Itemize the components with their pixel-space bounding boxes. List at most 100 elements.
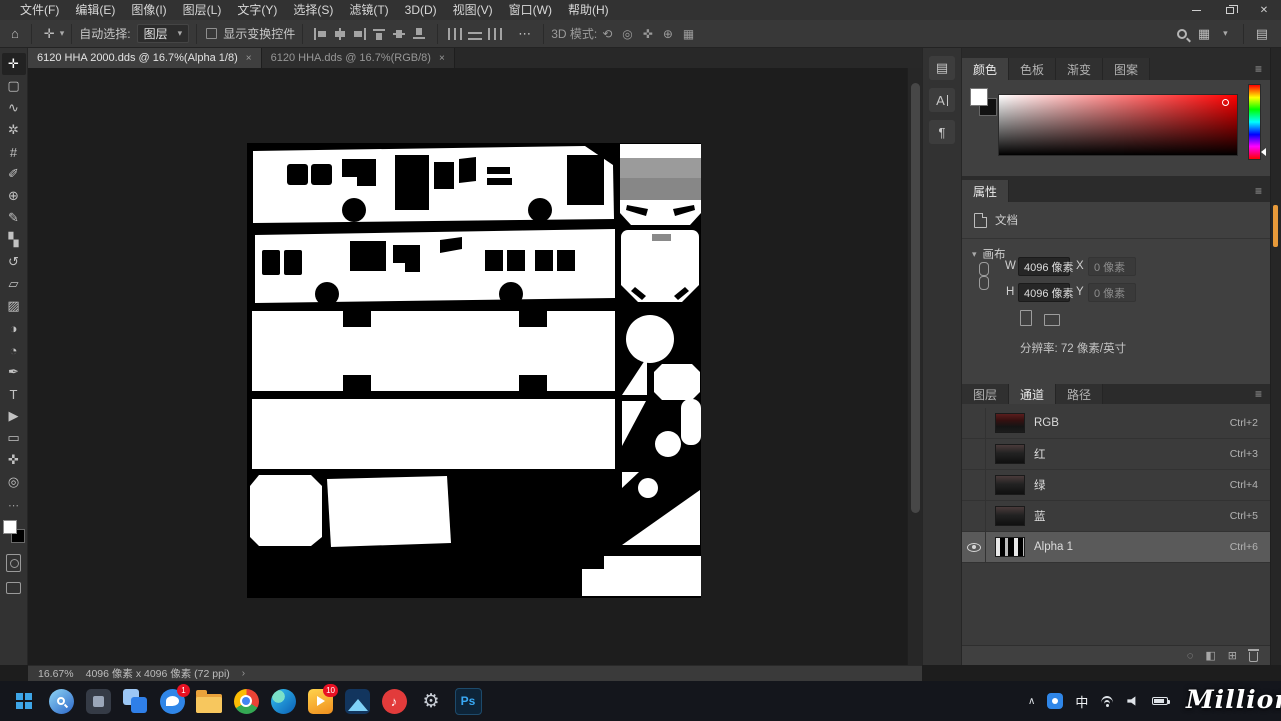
status-chevron-icon[interactable]: › (242, 668, 245, 679)
minimize-button[interactable] (1179, 0, 1213, 20)
menu-edit[interactable]: 编辑(E) (67, 0, 123, 20)
menu-filter[interactable]: 滤镜(T) (341, 0, 396, 20)
edge-button[interactable] (267, 685, 299, 717)
x-field[interactable]: 0 像素 (1088, 257, 1136, 276)
load-selection-icon[interactable]: ◌ (1187, 650, 1194, 662)
menu-3d[interactable]: 3D(D) (397, 0, 445, 20)
delete-channel-icon[interactable] (1249, 652, 1258, 662)
menu-layer[interactable]: 图层(L) (175, 0, 230, 20)
zoom-tool[interactable]: ◎ (2, 471, 26, 493)
close-tab-icon[interactable]: × (246, 53, 252, 64)
wifi-icon[interactable] (1100, 695, 1115, 707)
visibility-toggle[interactable] (962, 439, 986, 470)
align-middle-vertical-icon[interactable] (392, 27, 408, 41)
ime-indicator[interactable]: 中 (1075, 692, 1088, 711)
menu-file[interactable]: 文件(F) (12, 0, 67, 20)
hue-slider-marker[interactable] (1261, 148, 1266, 156)
photos-app-button[interactable] (341, 685, 373, 717)
battery-icon[interactable] (1152, 697, 1168, 705)
panel-dock-icon[interactable]: ▤ (1251, 26, 1273, 42)
height-field[interactable]: 4096 像素 (1018, 283, 1070, 302)
new-channel-icon[interactable]: ⊞ (1228, 649, 1237, 662)
search-icon[interactable] (1177, 29, 1187, 39)
taskbar-app-dark[interactable] (82, 685, 114, 717)
workspace-layout-icon[interactable]: ▦ (1193, 26, 1215, 42)
task-view-button[interactable] (119, 685, 151, 717)
path-selection-tool[interactable]: ▶ (2, 405, 26, 427)
close-button[interactable]: ✕ (1247, 0, 1281, 20)
panel-scrollbar[interactable] (1270, 48, 1281, 665)
align-top-icon[interactable] (372, 27, 388, 41)
visibility-toggle[interactable] (962, 470, 986, 501)
tool-preset-caret-icon[interactable]: ▾ (60, 28, 65, 39)
align-center-horizontal-icon[interactable] (332, 27, 348, 41)
visibility-toggle[interactable] (962, 408, 986, 439)
tab-swatches[interactable]: 色板 (1009, 58, 1056, 80)
marquee-tool[interactable]: ▢ (2, 75, 26, 97)
quick-mask-icon[interactable] (6, 554, 21, 572)
crop-tool[interactable]: # (2, 141, 26, 163)
taskbar-search-button[interactable] (45, 685, 77, 717)
channel-row-blue[interactable]: 蓝 Ctrl+5 (962, 501, 1270, 532)
link-dimensions-icon[interactable] (978, 258, 988, 294)
history-brush-tool[interactable]: ↺ (2, 251, 26, 273)
blur-tool[interactable]: ◑ (2, 317, 26, 339)
close-tab-icon[interactable]: × (439, 53, 445, 64)
screen-mode-icon[interactable] (6, 582, 21, 594)
doc-tab-inactive[interactable]: 6120 HHA.dds @ 16.7%(RGB/8) × (262, 48, 455, 68)
chrome-button[interactable] (230, 685, 262, 717)
history-panel-icon[interactable]: ▤ (929, 56, 955, 80)
hue-slider[interactable] (1248, 84, 1261, 160)
tab-patterns[interactable]: 图案 (1103, 58, 1150, 80)
roll-3d-icon[interactable]: ◎ (622, 27, 632, 41)
edit-toolbar-icon[interactable]: ⋯ (8, 499, 19, 512)
tab-color[interactable]: 颜色 (962, 58, 1009, 80)
color-picker-marker[interactable] (1222, 99, 1229, 106)
tab-channels[interactable]: 通道 (1009, 384, 1056, 404)
file-explorer-button[interactable] (193, 685, 225, 717)
menu-type[interactable]: 文字(Y) (229, 0, 285, 20)
foreground-color-swatch[interactable] (970, 88, 988, 106)
tray-app-icon[interactable] (1047, 693, 1063, 709)
menu-select[interactable]: 选择(S) (285, 0, 341, 20)
zoom-level[interactable]: 16.67% (38, 668, 74, 680)
save-selection-as-channel-icon[interactable]: ◧ (1205, 649, 1215, 662)
align-bottom-icon[interactable] (412, 27, 428, 41)
tab-properties[interactable]: 属性 (962, 180, 1009, 202)
chat-app-button[interactable]: 1 (156, 685, 188, 717)
panel-menu-icon[interactable]: ≡ (1247, 384, 1270, 404)
tab-gradients[interactable]: 渐变 (1056, 58, 1103, 80)
shape-tool[interactable]: ▭ (2, 427, 26, 449)
character-panel-icon[interactable]: A (929, 88, 955, 112)
home-icon[interactable]: ⌂ (6, 26, 24, 41)
restore-button[interactable] (1213, 0, 1247, 20)
start-button[interactable] (8, 685, 40, 717)
channel-row-alpha1[interactable]: Alpha 1 Ctrl+6 (962, 532, 1270, 563)
type-tool[interactable]: T (2, 383, 26, 405)
show-transform-checkbox[interactable] (206, 28, 217, 39)
visibility-toggle[interactable] (962, 501, 986, 532)
camera-3d-icon[interactable]: ▦ (683, 27, 694, 41)
workspace-caret-icon[interactable]: ▾ (1223, 28, 1228, 39)
brush-tool[interactable]: ✎ (2, 207, 26, 229)
width-field[interactable]: 4096 像素 (1018, 257, 1070, 276)
quick-selection-tool[interactable]: ✲ (2, 119, 26, 141)
distribute-horizontal-icon[interactable] (448, 28, 462, 40)
visibility-toggle[interactable] (962, 532, 986, 563)
vertical-scrollbar[interactable] (907, 68, 922, 665)
orbit-3d-icon[interactable]: ⟲ (602, 27, 612, 41)
eraser-tool[interactable]: ▱ (2, 273, 26, 295)
pan-3d-icon[interactable]: ✜ (643, 27, 653, 41)
healing-brush-tool[interactable]: ⊕ (2, 185, 26, 207)
portrait-orientation-icon[interactable] (1020, 310, 1032, 326)
media-app-button[interactable]: 10 (304, 685, 336, 717)
slide-3d-icon[interactable]: ⊕ (663, 27, 673, 41)
dodge-tool[interactable]: ◔ (2, 339, 26, 361)
tab-paths[interactable]: 路径 (1056, 384, 1103, 404)
saturation-brightness-field[interactable] (998, 94, 1238, 156)
tray-expand-icon[interactable]: ∧ (1028, 696, 1035, 707)
hand-tool[interactable]: ✜ (2, 449, 26, 471)
align-right-icon[interactable] (352, 27, 368, 41)
volume-icon[interactable] (1127, 696, 1140, 707)
panel-menu-icon[interactable]: ≡ (1247, 180, 1270, 202)
